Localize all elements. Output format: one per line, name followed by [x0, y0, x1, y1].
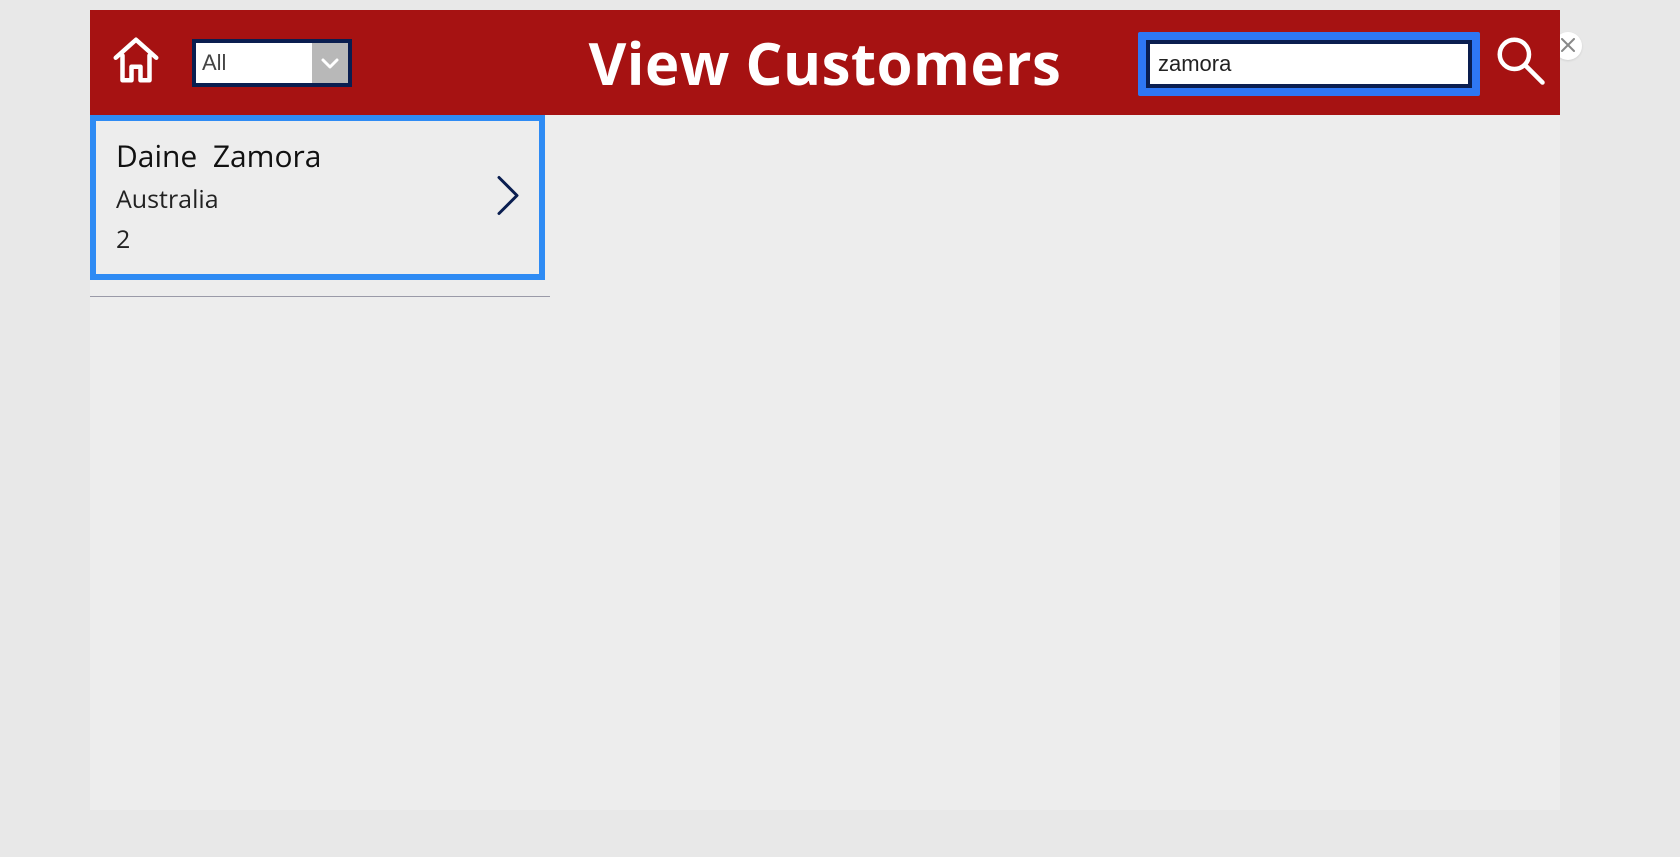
close-icon [1561, 35, 1575, 57]
home-icon [109, 33, 163, 92]
results-area: Daine Zamora Australia 2 [90, 115, 1560, 297]
chevron-down-icon [312, 43, 348, 83]
customer-card[interactable]: Daine Zamora Australia 2 [90, 115, 545, 280]
home-button[interactable] [108, 35, 164, 91]
top-bar: All View Customers [90, 10, 1560, 115]
page-title: View Customers [589, 23, 1062, 102]
customer-country: Australia [116, 182, 519, 216]
divider [90, 296, 550, 297]
search-button[interactable] [1490, 32, 1550, 92]
filter-dropdown[interactable]: All [192, 39, 352, 87]
search-icon [1493, 33, 1547, 92]
chevron-right-icon [495, 173, 523, 222]
filter-value: All [196, 50, 312, 76]
search-highlight-wrap [1138, 32, 1480, 96]
app-container: All View Customers Daine Zamora Australi… [90, 10, 1560, 810]
customer-name: Daine Zamora [116, 135, 519, 176]
customer-count: 2 [116, 222, 519, 256]
search-input[interactable] [1146, 40, 1472, 88]
